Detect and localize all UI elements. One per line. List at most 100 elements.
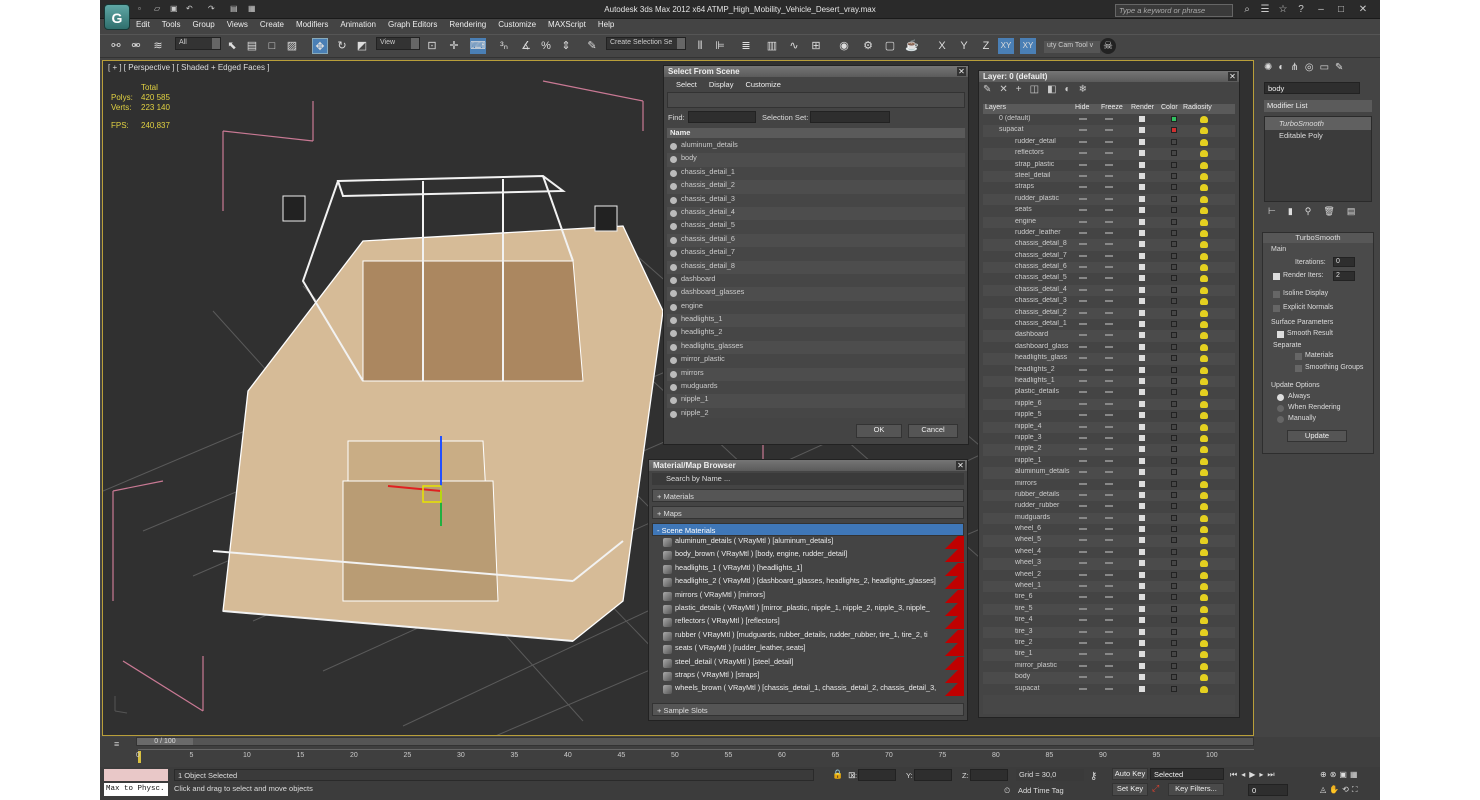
color-swatch[interactable]	[1171, 503, 1177, 510]
render-toggle[interactable]	[1139, 674, 1145, 681]
hide-toggle[interactable]	[1079, 664, 1087, 667]
hide-toggle[interactable]	[1079, 402, 1087, 405]
render-toggle[interactable]	[1139, 469, 1145, 476]
render-toggle[interactable]	[1139, 343, 1145, 350]
color-swatch[interactable]	[1171, 469, 1177, 476]
selection-set-dropdown[interactable]	[810, 111, 890, 123]
freeze-toggle[interactable]	[1105, 653, 1113, 656]
render-toggle[interactable]	[1139, 617, 1145, 624]
render-toggle[interactable]	[1139, 241, 1145, 248]
menu-modifiers[interactable]: Modifiers	[296, 20, 328, 33]
freeze-toggle[interactable]	[1105, 505, 1113, 508]
radiosity-icon[interactable]	[1200, 469, 1208, 477]
layer-object-row[interactable]: wheel_5	[983, 535, 1235, 547]
hide-toggle[interactable]	[1079, 334, 1087, 337]
freeze-toggle[interactable]	[1105, 186, 1113, 189]
hierarchy-tab-icon[interactable]: ⋔	[1290, 62, 1298, 74]
selection-filter-dropdown[interactable]: All	[175, 37, 221, 50]
freeze-toggle[interactable]	[1105, 676, 1113, 679]
keyboard-shortcut-icon[interactable]: ⌨	[470, 38, 486, 54]
color-swatch[interactable]	[1171, 298, 1177, 305]
layer-object-row[interactable]: rudder_leather	[983, 227, 1235, 240]
radiosity-icon[interactable]	[1200, 309, 1208, 317]
render-toggle[interactable]	[1139, 491, 1145, 498]
radiosity-icon[interactable]	[1200, 218, 1208, 226]
hide-toggle[interactable]	[1079, 197, 1087, 200]
menu-customize[interactable]: Customize	[498, 20, 536, 33]
radiosity-icon[interactable]	[1200, 138, 1208, 146]
scene-material-item[interactable]: mirrors ( VRayMtl ) [mirrors]	[661, 589, 964, 603]
layer-object-row[interactable]: dashboard_glass	[983, 341, 1235, 354]
hide-toggle[interactable]	[1079, 653, 1087, 656]
radiosity-icon[interactable]	[1200, 446, 1208, 454]
freeze-toggle[interactable]	[1105, 573, 1113, 576]
radiosity-icon[interactable]	[1200, 286, 1208, 294]
layer-object-row[interactable]: nipple_5	[983, 410, 1235, 422]
render-toggle[interactable]	[1139, 423, 1145, 430]
always-radio[interactable]	[1277, 394, 1284, 401]
render-toggle[interactable]	[1139, 526, 1145, 533]
schematic-view-icon[interactable]: ⊞	[808, 38, 824, 54]
auto-key-button[interactable]: Auto Key	[1112, 768, 1148, 780]
rotate-icon[interactable]: ↻	[334, 38, 350, 54]
render-toggle[interactable]	[1139, 218, 1145, 225]
spinner-snap-icon[interactable]: ⇕	[558, 38, 574, 54]
color-swatch[interactable]	[1171, 286, 1177, 293]
rollout-title[interactable]: TurboSmooth	[1263, 233, 1373, 243]
render-toggle[interactable]	[1139, 571, 1145, 578]
name-column-header[interactable]: Name	[667, 128, 965, 138]
color-swatch[interactable]	[1171, 639, 1177, 646]
stack-editable-poly[interactable]: Editable Poly	[1265, 130, 1371, 141]
material-editor-icon[interactable]: ◉	[836, 38, 852, 54]
menu-tools[interactable]: Tools	[162, 20, 181, 33]
filter-toolbar[interactable]	[667, 92, 965, 108]
color-swatch[interactable]	[1171, 355, 1177, 362]
angle-snap-icon[interactable]: ∡	[518, 38, 534, 54]
render-toggle[interactable]	[1139, 628, 1145, 635]
object-list-item[interactable]: chassis_detail_7	[667, 247, 965, 261]
menu-graph-editors[interactable]: Graph Editors	[388, 20, 437, 33]
ok-button[interactable]: OK	[856, 424, 902, 438]
render-toggle[interactable]	[1139, 548, 1145, 555]
render-icon[interactable]: ☕	[904, 38, 920, 54]
bind-space-warp-icon[interactable]: ≋	[150, 38, 166, 54]
render-toggle[interactable]	[1139, 116, 1145, 122]
layer-object-row[interactable]: wheel_1	[983, 581, 1235, 593]
time-slider-handle[interactable]: 0 / 100	[137, 738, 193, 745]
object-list-item[interactable]: dashboard	[667, 273, 965, 288]
percent-snap-icon[interactable]: %	[538, 38, 554, 54]
render-toggle[interactable]	[1139, 605, 1145, 612]
radiosity-icon[interactable]	[1200, 116, 1208, 123]
radiosity-icon[interactable]	[1200, 389, 1208, 397]
freeze-toggle[interactable]	[1105, 414, 1113, 417]
render-toggle[interactable]	[1139, 457, 1145, 464]
zoom-all-icon[interactable]: ⊗	[1330, 770, 1337, 779]
object-list-item[interactable]: headlights_glasses	[667, 340, 965, 355]
object-list-item[interactable]: body	[667, 153, 965, 167]
render-toggle[interactable]	[1139, 355, 1145, 362]
layer-object-row[interactable]: chassis_detail_4	[983, 284, 1235, 297]
layer-object-row[interactable]: rubber_details	[983, 489, 1235, 502]
color-swatch[interactable]	[1171, 172, 1177, 179]
menu-maxscript[interactable]: MAXScript	[548, 20, 586, 33]
freeze-toggle[interactable]	[1105, 345, 1113, 348]
motion-tab-icon[interactable]: ◎	[1305, 62, 1314, 74]
reference-coord-dropdown[interactable]: View	[376, 37, 420, 50]
layer-object-row[interactable]: tire_6	[983, 592, 1235, 604]
menu-display[interactable]: Display	[709, 80, 734, 89]
select-manipulate-icon[interactable]: ✛	[446, 38, 462, 54]
isoline-checkbox[interactable]	[1273, 291, 1280, 298]
mirror-icon[interactable]: ⫴	[692, 38, 708, 54]
color-swatch[interactable]	[1171, 446, 1177, 453]
iterations-spinner[interactable]: 0	[1333, 257, 1355, 267]
freeze-toggle[interactable]	[1105, 231, 1113, 234]
key-filters-button[interactable]: Key Filters...	[1168, 783, 1224, 796]
key-icon[interactable]: ⚷	[1090, 771, 1097, 782]
menu-animation[interactable]: Animation	[340, 20, 376, 33]
color-swatch[interactable]	[1171, 116, 1177, 122]
render-toggle[interactable]	[1139, 172, 1145, 179]
manually-radio[interactable]	[1277, 416, 1284, 423]
radiosity-icon[interactable]	[1200, 651, 1208, 659]
time-slider[interactable]: 0 / 100	[136, 737, 1254, 746]
object-list-item[interactable]: mirrors	[667, 367, 965, 382]
